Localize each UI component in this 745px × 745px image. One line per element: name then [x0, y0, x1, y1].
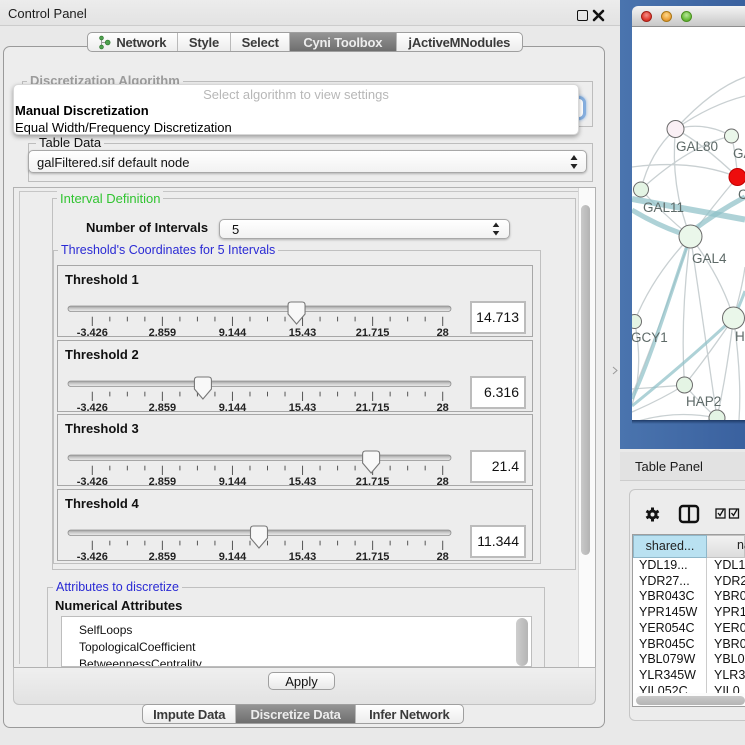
- svg-text:9.144: 9.144: [219, 327, 247, 338]
- svg-text:2.859: 2.859: [149, 476, 177, 487]
- svg-text:-3.426: -3.426: [77, 476, 108, 487]
- svg-text:28: 28: [437, 551, 449, 562]
- svg-text:GAL11: GAL11: [643, 200, 684, 215]
- svg-text:21.715: 21.715: [356, 476, 390, 487]
- svg-text:HAP2: HAP2: [686, 394, 721, 409]
- svg-text:2.859: 2.859: [149, 402, 177, 413]
- svg-text:15.43: 15.43: [289, 551, 317, 562]
- svg-text:GA: GA: [733, 146, 745, 161]
- svg-text:21.715: 21.715: [356, 402, 390, 413]
- svg-text:-3.426: -3.426: [77, 327, 108, 338]
- svg-text:21.715: 21.715: [356, 551, 390, 562]
- svg-text:15.43: 15.43: [289, 476, 317, 487]
- svg-text:H: H: [735, 329, 745, 344]
- svg-text:CC: CC: [738, 187, 745, 202]
- svg-text:15.43: 15.43: [289, 402, 317, 413]
- svg-text:28: 28: [437, 327, 449, 338]
- svg-text:9.144: 9.144: [219, 551, 247, 562]
- svg-text:2.859: 2.859: [149, 327, 177, 338]
- svg-text:GAL80: GAL80: [676, 139, 718, 154]
- svg-text:21.715: 21.715: [356, 327, 390, 338]
- svg-text:-3.426: -3.426: [77, 402, 108, 413]
- svg-text:28: 28: [437, 476, 449, 487]
- svg-text:2.859: 2.859: [149, 551, 177, 562]
- svg-text:-3.426: -3.426: [77, 551, 108, 562]
- svg-text:9.144: 9.144: [219, 402, 247, 413]
- svg-text:28: 28: [437, 402, 449, 413]
- svg-text:GAL4: GAL4: [692, 251, 727, 266]
- svg-text:15.43: 15.43: [289, 327, 317, 338]
- svg-text:9.144: 9.144: [219, 476, 247, 487]
- svg-text:GCY1: GCY1: [632, 330, 668, 345]
